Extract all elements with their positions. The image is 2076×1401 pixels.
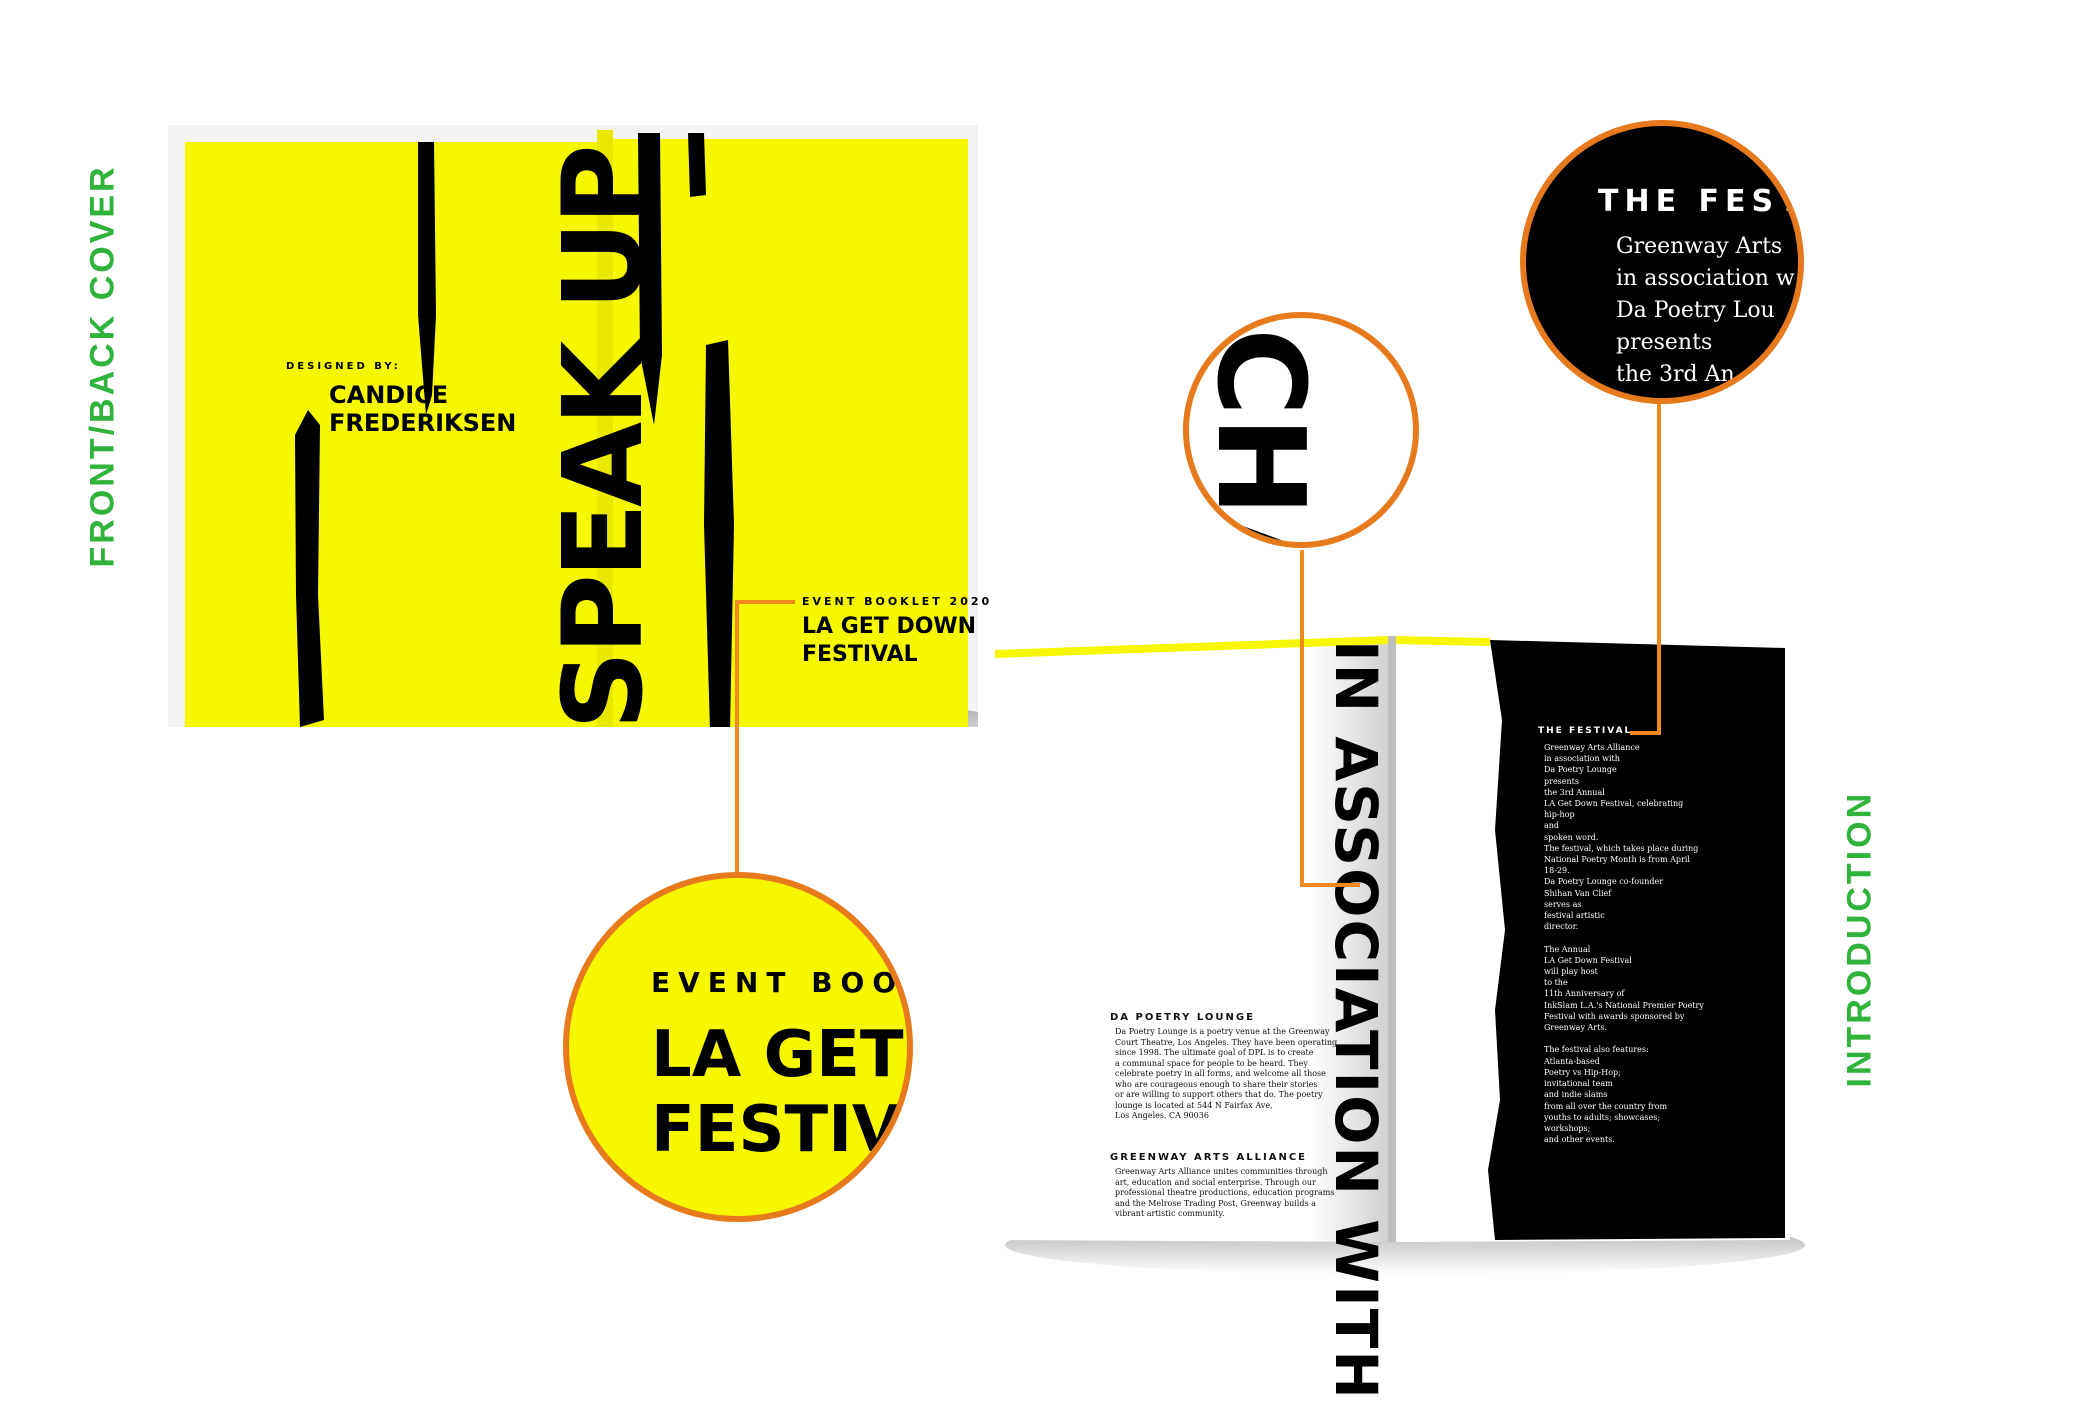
zoom-festival-detail: THE FESTI Greenway Arts in association w… xyxy=(1520,120,1804,404)
zoom-festival-line1: Greenway Arts xyxy=(1616,234,1783,259)
da-poetry-heading: DA POETRY LOUNGE xyxy=(1110,1012,1255,1023)
greenway-body: Greenway Arts Alliance unites communitie… xyxy=(1115,1167,1335,1218)
connector-line xyxy=(735,600,739,878)
zoom-festival-heading: THE FESTI xyxy=(1598,184,1804,219)
zoom-festival-line5: the 3rd An xyxy=(1616,362,1735,387)
designer-name-line2: FREDERIKSEN xyxy=(329,409,517,437)
zoom-spine-text: CHA xyxy=(1190,328,1329,548)
designer-name-line1: CANDICE xyxy=(329,381,449,409)
brush-stroke xyxy=(688,133,706,197)
da-poetry-body: Da Poetry Lounge is a poetry venue at th… xyxy=(1115,1027,1338,1120)
festival-heading: THE FESTIVAL xyxy=(1538,726,1633,736)
greenway-heading: GREENWAY ARTS ALLIANCE xyxy=(1110,1152,1308,1163)
event-booklet-label: EVENT BOOKLET 2020 xyxy=(802,595,993,608)
front-back-cover-label: FRONT/BACK COVER xyxy=(83,164,122,568)
zoom-festival-line3: Da Poetry Lou xyxy=(1616,298,1775,323)
zoom-festival-line2: FESTIVAL xyxy=(651,1093,907,1167)
zoom-spine-detail: CHA xyxy=(1183,312,1419,548)
brush-stroke xyxy=(704,340,734,727)
booklet-vertical-text: IN ASSOCIATION WITH xyxy=(1322,640,1390,1401)
festival-name-line1: LA GET DOWN xyxy=(802,614,977,639)
connector-line xyxy=(1300,883,1360,887)
festival-name-line2: FESTIVAL xyxy=(802,642,918,667)
zoom-festival-line4: presents xyxy=(1616,330,1713,355)
connector-line xyxy=(735,600,795,604)
spine-title: SPEAK UP xyxy=(539,148,667,730)
connector-line xyxy=(1300,550,1304,885)
designed-by-label: DESIGNED BY: xyxy=(286,361,401,372)
zoom-event-booklet: EVENT BOOKLE xyxy=(651,966,907,999)
zoom-cover-detail: EVENT BOOKLE LA GET DO FESTIVAL xyxy=(563,872,913,1222)
festival-body: Greenway Arts Alliance in association wi… xyxy=(1544,743,1704,1145)
introduction-label: INTRODUCTION xyxy=(1840,790,1879,1088)
connector-line xyxy=(1657,390,1661,735)
zoom-festival-line1: LA GET DO xyxy=(651,1018,907,1092)
connector-line xyxy=(1630,731,1660,735)
zoom-festival-line2: in association w xyxy=(1616,266,1795,291)
